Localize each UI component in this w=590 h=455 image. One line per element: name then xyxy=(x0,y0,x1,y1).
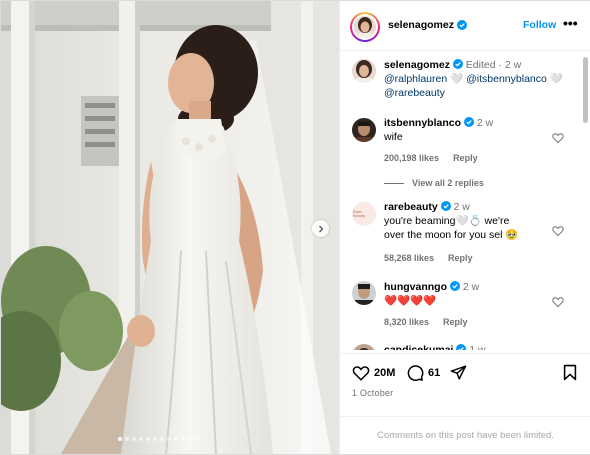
rare-beauty-logo: Rare Beauty xyxy=(353,210,366,218)
caption-time: 2 w xyxy=(504,59,522,71)
post-photo[interactable] xyxy=(1,1,339,454)
like-comment-heart-icon[interactable] xyxy=(552,296,564,308)
like-comment-heart-icon[interactable] xyxy=(552,132,564,144)
comment-footer: 200,198 likes Reply xyxy=(384,153,478,163)
comment-text: ❤️❤️❤️❤️ xyxy=(384,295,437,307)
divider-line xyxy=(384,182,404,184)
comment-username[interactable]: rarebeauty xyxy=(384,201,438,213)
post-author-username[interactable]: selenagomez xyxy=(388,19,454,31)
more-options-icon[interactable]: ••• xyxy=(563,16,578,30)
comments-scrollbar[interactable] xyxy=(581,53,589,351)
story-ring-avatar[interactable] xyxy=(350,12,380,42)
scrollbar-thumb[interactable] xyxy=(583,57,588,123)
comment-time: 2 w xyxy=(476,117,494,129)
carousel-indicator xyxy=(118,437,199,441)
carousel-dot xyxy=(146,437,150,441)
reply-button[interactable]: Reply xyxy=(443,317,468,327)
comment-text-line-1: you're beaming🤍💍 we're xyxy=(384,215,510,227)
comment-likes[interactable]: 8,320 likes xyxy=(384,317,429,327)
carousel-dot xyxy=(153,437,157,441)
mention-ralphlauren[interactable]: @ralphlauren xyxy=(384,73,447,85)
comments-list[interactable]: selenagomez Edited · 2 w @ralphlauren 🤍 … xyxy=(340,52,580,350)
carousel-dot xyxy=(195,437,199,441)
carousel-dot xyxy=(139,437,143,441)
mention-rarebeauty[interactable]: @rarebeauty xyxy=(384,87,445,99)
comment-button[interactable]: 61 xyxy=(406,364,440,382)
like-comment-heart-icon[interactable] xyxy=(552,225,564,237)
verified-badge-icon xyxy=(456,20,467,30)
carousel-dot xyxy=(174,437,178,441)
comment-likes[interactable]: 200,198 likes xyxy=(384,153,439,163)
comment-username[interactable]: candicekumai xyxy=(384,344,453,350)
view-replies-label: View all 2 replies xyxy=(412,178,484,188)
comment-candicekumai: candicekumai 1 w xyxy=(384,343,486,350)
like-button[interactable]: 20M xyxy=(352,364,395,382)
verified-badge-icon xyxy=(452,59,463,69)
heart-icon xyxy=(352,366,370,381)
comment-text-line-2: over the moon for you sel 🥹 xyxy=(384,229,519,241)
carousel-dot xyxy=(167,437,171,441)
comment-text: wife xyxy=(384,131,403,143)
like-count[interactable]: 20M xyxy=(374,367,395,379)
post-author[interactable]: selenagomez xyxy=(388,19,467,31)
carousel-dot xyxy=(181,437,185,441)
save-button[interactable] xyxy=(562,364,578,381)
post-side-panel: selenagomez Follow ••• selenagomez Edite… xyxy=(339,1,590,454)
caption-username[interactable]: selenagomez xyxy=(384,59,450,71)
caption: selenagomez Edited · 2 w @ralphlauren 🤍 … xyxy=(384,59,563,99)
comment-footer: 58,268 likes Reply xyxy=(384,253,473,263)
carousel-dot xyxy=(125,437,129,441)
caption-avatar[interactable] xyxy=(352,59,376,83)
comment-time: 2 w xyxy=(453,201,470,213)
reply-button[interactable]: Reply xyxy=(453,153,478,163)
comments-limited-notice: Comments on this post have been limited. xyxy=(340,416,590,441)
comment-bubble-icon xyxy=(407,365,424,381)
carousel-dot xyxy=(188,437,192,441)
white-heart-emoji: 🤍 xyxy=(450,73,464,85)
instagram-post: selenagomez Follow ••• selenagomez Edite… xyxy=(0,0,590,455)
post-actions: 20M 61 1 October Comments on this post h… xyxy=(340,353,590,454)
carousel-dot xyxy=(132,437,136,441)
next-slide-button[interactable] xyxy=(312,220,329,237)
comment-time: 2 w xyxy=(462,281,480,293)
comment-avatar[interactable] xyxy=(352,281,376,305)
caption-edited: Edited xyxy=(465,59,496,71)
avatar xyxy=(354,16,376,38)
carousel-dot xyxy=(160,437,164,441)
bookmark-icon xyxy=(563,364,577,381)
reply-button[interactable]: Reply xyxy=(448,253,473,263)
follow-button[interactable]: Follow xyxy=(523,19,556,31)
white-heart-emoji: 🤍 xyxy=(549,73,563,85)
wedding-photo xyxy=(1,1,339,454)
comment-hungvanngo: hungvanngo 2 w ❤️❤️❤️❤️ xyxy=(384,280,479,308)
comment-avatar[interactable] xyxy=(352,344,376,350)
paper-plane-share-icon xyxy=(450,365,467,380)
verified-badge-icon xyxy=(449,281,460,291)
comment-time: 1 w xyxy=(469,344,486,350)
mention-itsbennyblanco[interactable]: @itsbennyblanco xyxy=(466,73,547,85)
verified-badge-icon xyxy=(456,344,467,350)
comment-count[interactable]: 61 xyxy=(428,367,440,379)
comment-avatar[interactable]: Rare Beauty xyxy=(352,202,376,226)
comment-username[interactable]: itsbennyblanco xyxy=(384,117,461,129)
chevron-right-icon xyxy=(318,225,323,232)
post-header: selenagomez Follow ••• xyxy=(340,1,590,51)
post-date[interactable]: 1 October xyxy=(352,388,393,398)
carousel-dot xyxy=(118,437,122,441)
comment-likes[interactable]: 58,268 likes xyxy=(384,253,434,263)
comment-footer: 8,320 likes Reply xyxy=(384,317,468,327)
view-replies-button[interactable]: View all 2 replies xyxy=(384,178,484,188)
share-button[interactable] xyxy=(450,364,467,381)
comment-rarebeauty: rarebeauty 2 w you're beaming🤍💍 we're ov… xyxy=(384,200,554,242)
comment-username[interactable]: hungvanngo xyxy=(384,281,447,293)
comment-avatar[interactable] xyxy=(352,118,376,142)
verified-badge-icon xyxy=(463,117,474,127)
comment-itsbennyblanco: itsbennyblanco 2 w wife xyxy=(384,116,493,144)
verified-badge-icon xyxy=(440,201,451,211)
